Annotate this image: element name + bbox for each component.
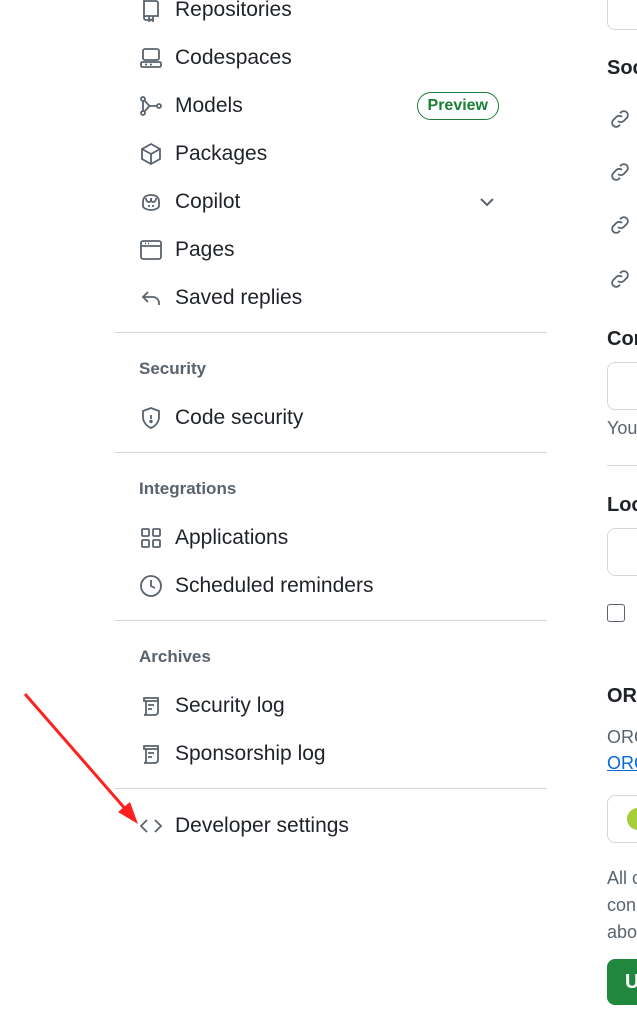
sidebar-item-applications[interactable]: Applications <box>139 518 523 558</box>
orcid-info-line: All c <box>607 868 637 888</box>
sidebar-item-models[interactable]: Models Preview <box>139 86 523 126</box>
codespaces-icon <box>139 46 163 70</box>
link-icon <box>608 213 632 237</box>
checkbox[interactable] <box>607 604 625 622</box>
orcid-info-line: abo <box>607 922 637 942</box>
sidebar-item-packages[interactable]: Packages <box>139 134 523 174</box>
sidebar-item-scheduled-reminders[interactable]: Scheduled reminders <box>139 566 523 606</box>
sidebar-item-label: Security log <box>175 694 285 717</box>
divider <box>115 452 547 453</box>
sidebar-item-sponsorship-log[interactable]: Sponsorship log <box>139 734 523 774</box>
orcid-text: ORC <box>607 727 637 747</box>
section-title-security: Security <box>139 359 207 378</box>
sidebar-item-label: Repositories <box>175 0 292 21</box>
divider <box>607 465 637 466</box>
location-input[interactable] <box>607 528 637 576</box>
shield-icon <box>139 406 163 430</box>
apps-icon <box>139 526 163 550</box>
company-input[interactable] <box>607 362 637 410</box>
sidebar-item-label: Code security <box>175 406 304 429</box>
sidebar-item-label: Developer settings <box>175 814 349 837</box>
sidebar-item-label: Packages <box>175 142 268 165</box>
sidebar-item-label: Applications <box>175 526 289 549</box>
divider <box>115 788 547 789</box>
divider <box>115 620 547 621</box>
sidebar-item-label: Sponsorship log <box>175 742 326 765</box>
orcid-info-line: con <box>607 895 637 915</box>
location-heading: Loc <box>607 494 637 516</box>
chevron-down-icon[interactable] <box>475 190 499 214</box>
social-heading: Soc <box>607 57 637 79</box>
sidebar-item-label: Copilot <box>175 190 241 213</box>
code-icon <box>139 814 163 838</box>
orcid-heading: ORC <box>607 685 637 707</box>
link-icon <box>608 267 632 291</box>
link-icon <box>608 160 632 184</box>
copilot-icon <box>139 190 163 214</box>
sidebar-item-label: Models <box>175 94 243 117</box>
text-input[interactable] <box>607 0 637 30</box>
repo-icon <box>139 0 163 22</box>
divider <box>115 332 547 333</box>
sidebar-item-security-log[interactable]: Security log <box>139 686 523 726</box>
package-icon <box>139 142 163 166</box>
profile-form-pane: Soc Cor You Loc ORC ORC ORC All c con ab… <box>607 0 637 1029</box>
section-title-integrations: Integrations <box>139 479 237 498</box>
sidebar-item-copilot[interactable]: Copilot <box>139 182 523 222</box>
sidebar-item-developer-settings[interactable]: Developer settings <box>139 806 523 846</box>
reply-icon <box>139 286 163 310</box>
sidebar-item-pages[interactable]: Pages <box>139 230 523 270</box>
update-profile-button[interactable]: U <box>607 959 637 1005</box>
sidebar-item-repositories[interactable]: Repositories <box>139 0 523 30</box>
browser-icon <box>139 238 163 262</box>
sidebar-item-saved-replies[interactable]: Saved replies <box>139 278 523 318</box>
company-heading: Cor <box>607 328 637 350</box>
preview-badge: Preview <box>416 92 499 120</box>
company-note: You <box>607 418 637 438</box>
orcid-link[interactable]: ORC <box>607 753 637 774</box>
clock-icon <box>139 574 163 598</box>
sidebar-item-label: Scheduled reminders <box>175 574 374 597</box>
sidebar-item-codespaces[interactable]: Codespaces <box>139 38 523 78</box>
log-icon <box>139 742 163 766</box>
link-icon <box>608 107 632 131</box>
sidebar-item-label: Pages <box>175 238 235 261</box>
sidebar-item-label: Codespaces <box>175 46 292 69</box>
sidebar-item-label: Saved replies <box>175 286 303 309</box>
sidebar-item-code-security[interactable]: Code security <box>139 398 523 438</box>
section-title-archives: Archives <box>139 647 211 666</box>
models-icon <box>139 94 163 118</box>
log-icon <box>139 694 163 718</box>
